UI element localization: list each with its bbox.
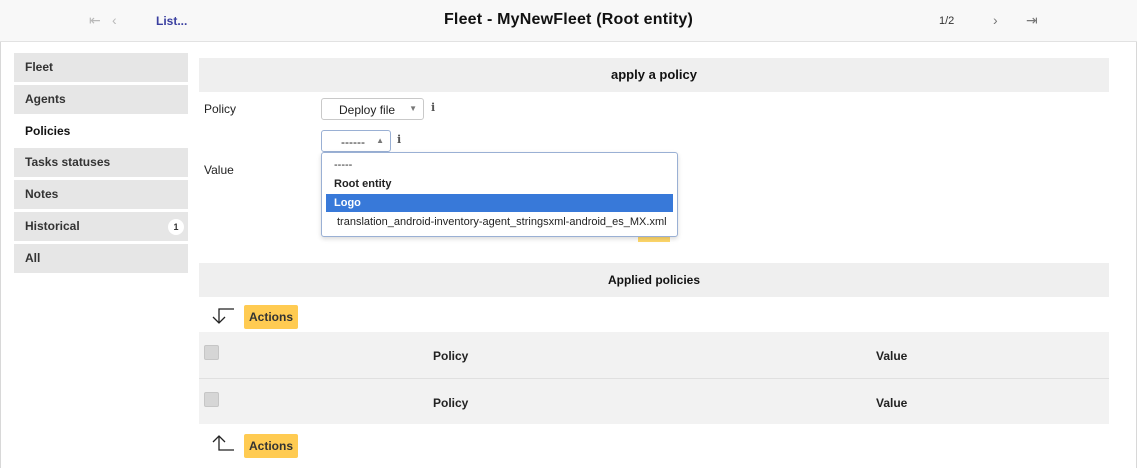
tab-label: Tasks statuses <box>25 155 111 169</box>
dropdown-option[interactable]: ----- <box>322 156 677 174</box>
apply-policy-heading: apply a policy <box>199 58 1109 92</box>
value-select[interactable]: ------ ▲ <box>321 130 391 152</box>
dropdown-option[interactable]: translation_android-inventory-agent_stri… <box>322 213 677 231</box>
tab-policies[interactable]: Policies <box>14 117 188 146</box>
tab-label: Fleet <box>25 60 54 74</box>
info-icon[interactable]: i <box>397 133 401 146</box>
tab-tasks-statuses[interactable]: Tasks statuses <box>14 148 188 177</box>
chevron-up-icon: ▲ <box>376 136 384 145</box>
arrow-down-left-icon <box>212 308 234 324</box>
dropdown-option-selected[interactable]: Logo <box>326 194 673 212</box>
dropdown-group-label: Root entity <box>334 178 392 190</box>
value-label: Value <box>204 163 234 177</box>
policy-label: Policy <box>204 102 237 116</box>
policy-select-value: Deploy file <box>339 103 396 117</box>
last-page-icon[interactable]: ⇥ <box>1026 12 1038 29</box>
select-all-checkbox[interactable] <box>204 345 219 360</box>
tab-fleet[interactable]: Fleet <box>14 53 188 82</box>
tab-label: All <box>25 251 41 265</box>
tab-label: Policies <box>25 124 71 138</box>
chevron-down-icon: ▼ <box>409 104 417 113</box>
tab-notes[interactable]: Notes <box>14 180 188 209</box>
applied-policies-heading: Applied policies <box>199 263 1109 297</box>
next-page-icon[interactable]: › <box>993 12 998 28</box>
column-header-value[interactable]: Value <box>876 349 907 363</box>
column-header-policy[interactable]: Policy <box>433 349 468 363</box>
column-header-value[interactable]: Value <box>876 396 907 410</box>
actions-button[interactable]: Actions <box>244 434 298 458</box>
tab-agents[interactable]: Agents <box>14 85 188 114</box>
info-icon[interactable]: i <box>431 101 435 114</box>
value-dropdown-list: ----- Root entity Logo translation_andro… <box>321 152 678 237</box>
select-all-checkbox[interactable] <box>204 392 219 407</box>
tab-all[interactable]: All <box>14 244 188 273</box>
value-select-value: ------ <box>341 135 365 149</box>
table-header-row: Policy Value <box>199 332 1109 378</box>
tab-label: Historical <box>25 219 80 233</box>
actions-button[interactable]: Actions <box>244 305 298 329</box>
policy-select[interactable]: Deploy file ▼ <box>321 98 424 120</box>
tab-label: Agents <box>25 92 66 106</box>
arrow-up-left-icon <box>212 435 234 451</box>
top-bar: ⇤ ‹ List... Fleet - MyNewFleet (Root ent… <box>0 0 1137 42</box>
actions-bar-top: Actions <box>199 297 1109 331</box>
actions-bar-bottom: Actions <box>199 426 1109 460</box>
pager-count: 1/2 <box>939 15 955 27</box>
column-header-policy[interactable]: Policy <box>433 396 468 410</box>
tab-historical[interactable]: Historical 1 <box>14 212 188 241</box>
count-badge: 1 <box>168 219 184 235</box>
table-footer-row: Policy Value <box>199 378 1109 424</box>
tab-label: Notes <box>25 187 59 201</box>
page-title: Fleet - MyNewFleet (Root entity) <box>443 11 694 28</box>
